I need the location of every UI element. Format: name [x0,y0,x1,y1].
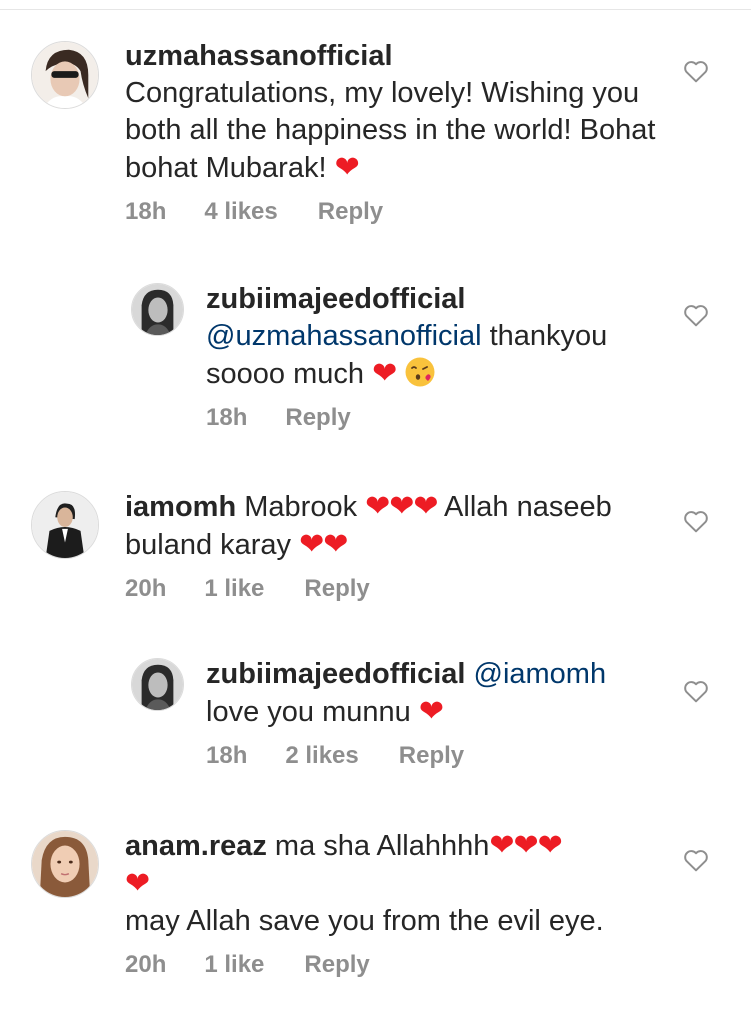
avatar[interactable] [131,658,184,711]
likes-count[interactable]: 1 like [204,574,264,604]
avatar[interactable] [31,491,99,559]
comment-username[interactable]: iamomh [125,491,236,523]
avatar[interactable] [31,41,99,109]
red-heart-emoji: ❤❤❤ [489,829,562,862]
avatar[interactable] [31,830,99,898]
comment-text: anam.reaz ma sha Allahhhh❤❤❤ ❤ may Allah… [125,827,661,940]
face-blowing-kiss-icon [404,356,436,388]
heart-outline-icon[interactable] [683,59,709,83]
comment-text: zubiimajeedofficial @iamomh love you mun… [206,656,661,731]
red-heart-emoji: ❤❤ [299,528,348,561]
heart-outline-icon[interactable] [683,303,709,327]
comment-username[interactable]: zubiimajeedofficial [206,283,465,315]
red-heart-emoji: ❤ [334,151,360,184]
comment-body: anam.reaz ma sha Allahhhh❤❤❤ ❤ may Allah… [125,827,661,980]
comment-message: Congratulations, my lovely! Wishing you … [125,77,656,184]
comment-meta: 20h 1 like Reply [125,574,661,604]
comment-username[interactable]: zubiimajeedofficial [206,658,465,690]
avatar[interactable] [131,283,184,336]
heart-outline-icon[interactable] [683,509,709,533]
comment-body: iamomh Mabrook ❤❤❤ Allah naseeb buland k… [125,488,661,604]
comment-text: uzmahassanofficial Congratulations, my l… [125,38,661,187]
comment-meta: 18h 4 likes Reply [125,197,661,227]
comment-meta: 18h 2 likes Reply [206,741,661,771]
comment-body: uzmahassanofficial Congratulations, my l… [125,38,661,227]
comment-message: Mabrook [244,491,358,523]
red-heart-emoji: ❤ [125,867,150,900]
likes-count[interactable]: 4 likes [204,197,277,227]
comment-message: may Allah save you from the evil eye. [125,905,604,937]
red-heart-emoji: ❤ [418,695,444,728]
top-divider [0,9,751,10]
comment-timestamp: 18h [206,404,248,431]
comment-meta: 20h 1 like Reply [125,950,661,980]
red-heart-emoji: ❤ [372,357,397,390]
red-heart-emoji: ❤❤❤ [365,490,438,523]
comment-body: zubiimajeedofficial @uzmahassanofficial … [206,281,661,433]
reply-button[interactable]: Reply [318,197,383,227]
comment-username[interactable]: anam.reaz [125,830,267,862]
mention-link[interactable]: @uzmahassanofficial [206,320,482,352]
heart-outline-icon[interactable] [683,848,709,872]
comment-timestamp: 20h [125,575,167,602]
comment-timestamp: 18h [125,198,167,225]
heart-outline-icon[interactable] [683,679,709,703]
reply-button[interactable]: Reply [285,403,350,433]
likes-count[interactable]: 1 like [204,950,264,980]
reply-button[interactable]: Reply [304,950,369,980]
comment-timestamp: 20h [125,951,167,978]
comment-meta: 18h Reply [206,403,661,433]
comment-message: love you munnu [206,696,411,728]
likes-count[interactable]: 2 likes [285,741,358,771]
reply-button[interactable]: Reply [399,741,464,771]
comment-username[interactable]: uzmahassanofficial [125,40,393,72]
comment-timestamp: 18h [206,742,248,769]
comment-text: iamomh Mabrook ❤❤❤ Allah naseeb buland k… [125,488,661,564]
reply-button[interactable]: Reply [304,574,369,604]
comment-text: zubiimajeedofficial @uzmahassanofficial … [206,281,661,393]
comment-body: zubiimajeedofficial @iamomh love you mun… [206,656,661,771]
comment-message: ma sha Allahhhh [274,830,490,862]
mention-link[interactable]: @iamomh [474,658,607,690]
